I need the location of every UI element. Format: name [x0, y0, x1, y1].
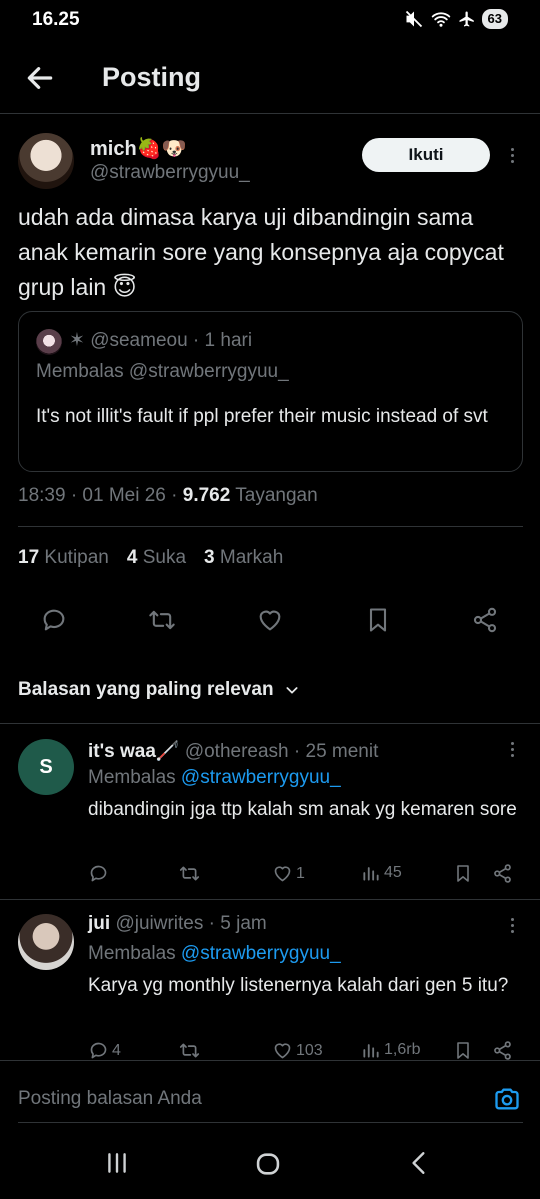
reply-more-options-icon[interactable] — [507, 742, 517, 757]
reply-header: jui @juiwrites · 5 jam — [88, 913, 267, 935]
reply-sort-label: Balasan yang paling relevan — [18, 679, 274, 700]
bookmark-icon[interactable] — [364, 606, 392, 634]
views-label: Tayangan — [230, 485, 318, 506]
reply-handle-time: @juiwrites · 5 jam — [110, 913, 267, 934]
status-time: 16.25 — [32, 9, 80, 30]
reply-avatar[interactable]: S — [18, 739, 74, 795]
page-title: Posting — [102, 62, 201, 92]
camera-icon[interactable] — [492, 1085, 522, 1113]
repost-icon[interactable] — [178, 1040, 201, 1061]
bookmark-icon[interactable] — [453, 1040, 473, 1061]
quotes-stat[interactable]: 17 Kutipan — [18, 547, 109, 569]
home-icon[interactable] — [254, 1150, 282, 1178]
bookmark-icon[interactable] — [453, 863, 473, 884]
reply-avatar[interactable] — [18, 914, 74, 970]
views-chart-icon[interactable]: 1,6rb — [361, 1040, 420, 1060]
likes-stat[interactable]: 4 Suka — [127, 547, 186, 569]
composer-underline — [18, 1122, 523, 1123]
share-icon[interactable] — [492, 863, 513, 884]
repost-icon[interactable] — [178, 863, 201, 884]
post-stats: 17 Kutipan 4 Suka 3 Markah — [18, 547, 283, 569]
back-arrow-icon[interactable] — [24, 62, 56, 94]
reply-author-name[interactable]: it's waa🦯 — [88, 741, 180, 762]
author-handle[interactable]: @strawberrygyuu_ — [90, 162, 250, 184]
airplane-icon — [458, 10, 476, 28]
reply-sort-dropdown[interactable]: Balasan yang paling relevan — [18, 679, 300, 701]
post-action-bar — [0, 606, 540, 642]
reply-view-count: 1,6rb — [384, 1041, 421, 1058]
reply-to-link[interactable]: @strawberrygyuu_ — [181, 767, 341, 788]
reply-to-link[interactable]: @strawberrygyuu_ — [181, 943, 341, 964]
share-icon[interactable] — [492, 1040, 513, 1061]
reply-handle-time: @othereash · 25 menit — [179, 741, 379, 762]
share-icon[interactable] — [471, 606, 499, 634]
divider — [0, 899, 540, 900]
reply-icon[interactable]: 4 — [88, 1040, 121, 1061]
reply-view-count: 45 — [384, 864, 402, 881]
reply-icon[interactable] — [40, 606, 68, 634]
post-more-options-icon[interactable] — [507, 148, 517, 163]
reply-icon[interactable] — [88, 863, 112, 884]
quoted-author-avatar — [36, 329, 62, 355]
status-bar: 16.25 63 — [0, 0, 540, 40]
like-heart-icon[interactable]: 103 — [272, 1040, 323, 1061]
views-count: 9.762 — [182, 485, 231, 506]
mute-icon — [404, 9, 424, 29]
reply-text: dibandingin jga ttp kalah sm anak yg kem… — [88, 799, 517, 820]
repost-icon[interactable] — [147, 606, 177, 634]
author-avatar[interactable] — [18, 133, 74, 189]
wifi-icon — [430, 9, 452, 29]
reply-to: Membalas @strawberrygyuu_ — [88, 767, 341, 788]
quoted-post-text: It's not illit's fault if ppl prefer the… — [36, 406, 488, 427]
post-timestamp: 18:39 · 01 Mei 26 · — [18, 485, 183, 506]
bookmarks-stat[interactable]: 3 Markah — [204, 547, 283, 569]
reply-like-count: 1 — [296, 864, 305, 882]
views-chart-icon[interactable]: 45 — [361, 863, 402, 883]
quoted-post-header: ✶ @seameou · 1 hari — [69, 330, 253, 351]
like-heart-icon[interactable]: 1 — [272, 863, 305, 884]
reply-action-bar: 1 45 — [0, 863, 540, 887]
status-icons: 63 — [404, 9, 508, 29]
back-navigation-icon[interactable] — [406, 1150, 432, 1176]
reply-author-name[interactable]: jui — [88, 913, 110, 934]
author-name[interactable]: mich🍓🐶 — [90, 136, 186, 161]
reply-header: it's waa🦯 @othereash · 25 menit — [88, 739, 378, 763]
top-app-bar: Posting — [0, 52, 540, 114]
reply-reply-count: 4 — [112, 1041, 121, 1059]
reply-text: Karya yg monthly listenernya kalah dari … — [88, 975, 509, 996]
post-text: udah ada dimasa karya uji dibandingin sa… — [18, 204, 504, 300]
divider — [18, 526, 523, 527]
battery-level: 63 — [481, 9, 508, 29]
recent-apps-icon[interactable] — [104, 1150, 130, 1176]
reply-input[interactable]: Posting balasan Anda — [18, 1088, 202, 1110]
like-heart-icon[interactable] — [256, 606, 284, 634]
reply-composer: Posting balasan Anda — [0, 1060, 540, 1124]
reply-more-options-icon[interactable] — [507, 918, 517, 933]
follow-button[interactable]: Ikuti — [362, 138, 490, 172]
divider — [0, 723, 540, 724]
quoted-reply-to: Membalas @strawberrygyuu_ — [36, 361, 289, 382]
system-navigation-bar — [0, 1136, 540, 1199]
chevron-down-icon — [284, 682, 300, 698]
reply-like-count: 103 — [296, 1041, 323, 1059]
reply-to: Membalas @strawberrygyuu_ — [88, 943, 341, 964]
quoted-post[interactable]: ✶ @seameou · 1 hari Membalas @strawberry… — [18, 311, 523, 472]
post-meta: 18:39 · 01 Mei 26 · 9.762 Tayangan — [18, 485, 318, 507]
